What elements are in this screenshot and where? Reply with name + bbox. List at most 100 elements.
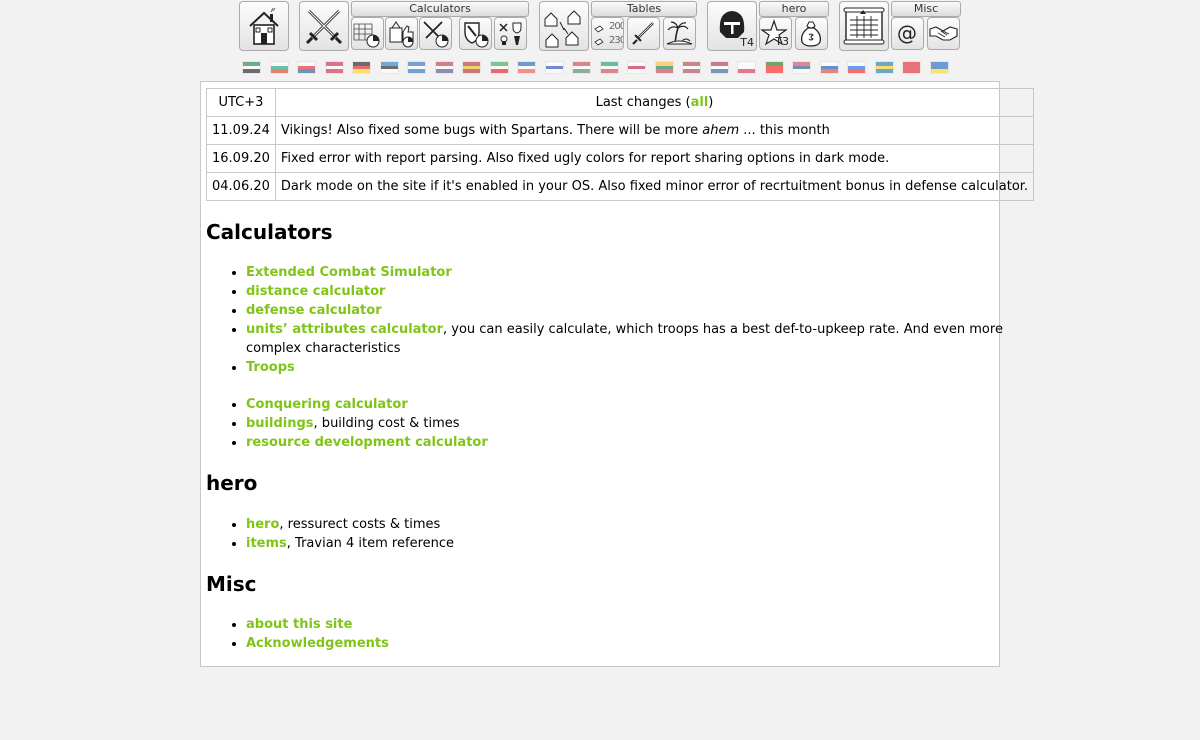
crossed-swords-icon [305,9,343,45]
conquering-calculator-link[interactable]: Conquering calculator [246,397,408,412]
flag-il[interactable] [544,61,564,74]
flag-stripe [545,69,563,73]
flag-pl[interactable] [737,61,756,74]
change-date: 16.09.20 [206,144,276,173]
home-button[interactable] [239,1,289,51]
flag-bg[interactable] [269,61,289,74]
hero-button[interactable]: T4 [707,1,757,51]
hero-t3-button[interactable]: T3 [759,17,792,50]
flag-stripe [325,69,343,73]
flag-ru[interactable] [819,61,839,74]
misc-heading: Misc [206,572,257,596]
flag-rs[interactable] [792,61,811,74]
money-bag-icon [800,21,822,47]
flag-se[interactable] [874,61,894,74]
flag-stripe [380,69,398,73]
flag-stripe [655,69,673,73]
flag-stripe [298,69,315,73]
misc-group-title: Misc [891,1,961,17]
flag-dk[interactable] [324,61,344,74]
flag-pt[interactable] [764,61,784,74]
all-changes-link[interactable]: all [691,95,709,110]
flag-lt[interactable] [654,61,674,74]
sword-icon [632,22,654,45]
numbers-top-label: 200 [609,21,624,32]
buildings-calculator-button[interactable] [385,17,418,50]
flag-stripe [435,69,453,73]
list-item: buildings, building cost & times [246,414,1006,433]
shield-pie-icon [464,22,489,48]
flag-fr[interactable] [517,61,536,74]
about-this-site-link[interactable]: about this site [246,617,352,632]
resource-development-calculator-link[interactable]: resource development calculator [246,435,488,450]
flag-tr[interactable] [902,61,921,74]
flag-gr[interactable] [407,61,426,74]
conquering-button[interactable] [539,1,589,51]
defense-calculator-link[interactable]: defense calculator [246,303,382,318]
acknowledgements-link[interactable]: Acknowledgements [246,636,389,651]
items-link[interactable]: items [246,536,287,551]
combat-simulator-button[interactable] [299,1,349,51]
flag-hu[interactable] [572,61,591,74]
house-icon [249,7,279,45]
flag-ee[interactable] [379,61,399,74]
flag-it[interactable] [599,61,619,74]
flag-nl[interactable] [709,61,729,74]
tier-t4-label: T4 [740,36,754,49]
hero-link[interactable]: hero [246,517,279,532]
units-attributes-calculator-link[interactable]: units’ attributes calculator [246,322,443,337]
list-item: resource development calculator [246,433,1006,452]
troop-numbers-button[interactable]: 200 230 [591,17,624,50]
contact-button[interactable]: @ [891,17,924,50]
change-row: 04.06.20 Dark mode on the site if it's e… [206,172,1035,201]
flag-jp[interactable] [627,61,646,74]
changes-header-row: UTC+3 Last changes (all) [206,88,1035,117]
change-text-post: ... this month [739,123,830,138]
calculators-list: Extended Combat Simulator distance calcu… [206,263,1006,452]
flag-stripe [930,69,948,73]
flag-ua[interactable] [929,61,949,74]
units-attributes-button[interactable] [459,17,492,50]
list-spacer [246,377,1006,395]
flag-de[interactable] [352,61,371,74]
scroll-button[interactable] [839,1,889,51]
flag-stripe [270,69,288,73]
flag-es[interactable] [462,61,481,74]
items-button[interactable] [795,17,828,50]
flag-si[interactable] [847,61,866,74]
oasis-table-button[interactable] [663,17,696,50]
flag-stripe [490,69,508,73]
buildings-link[interactable]: buildings [246,416,314,431]
distance-calculator-button[interactable] [351,17,384,50]
defense-calculator-button[interactable] [419,17,452,50]
list-item: Troops [246,358,1006,377]
flag-cz[interactable] [297,61,316,74]
items-description: , Travian 4 item reference [286,536,455,551]
change-text: Dark mode on the site if it's enabled in… [274,172,1035,201]
flag-lv[interactable] [682,61,701,74]
extended-combat-simulator-link[interactable]: Extended Combat Simulator [246,265,452,280]
change-text-pre: Vikings! Also fixed some bugs with Spart… [280,123,703,138]
flag-stripe [600,69,618,73]
acknowledgements-button[interactable] [927,17,960,50]
troops-link[interactable]: Troops [246,360,295,375]
changes-header: Last changes (all) [274,88,1035,117]
list-item: Conquering calculator [246,395,1006,414]
main-panel: UTC+3 Last changes (all) 11.09.24 Viking… [200,81,1035,667]
change-row: 11.09.24 Vikings! Also fixed some bugs w… [206,116,1035,145]
flag-us[interactable] [434,61,454,74]
list-item: Acknowledgements [246,634,1006,653]
flag-ae[interactable] [242,61,261,74]
buildings-description: , building cost & times [313,416,460,431]
flag-stripe [848,69,865,73]
changes-table: UTC+3 Last changes (all) 11.09.24 Viking… [206,88,1035,201]
flag-ir[interactable] [489,61,509,74]
calculators-group-title: Calculators [351,1,529,17]
flag-stripe [875,69,893,73]
sword-table-button[interactable] [627,17,660,50]
change-text-emphasis: ahem [702,123,740,138]
troops-button[interactable] [494,17,527,50]
distance-calculator-link[interactable]: distance calculator [246,284,385,299]
list-item: items, Travian 4 item reference [246,534,1006,553]
flag-stripe [408,69,425,73]
